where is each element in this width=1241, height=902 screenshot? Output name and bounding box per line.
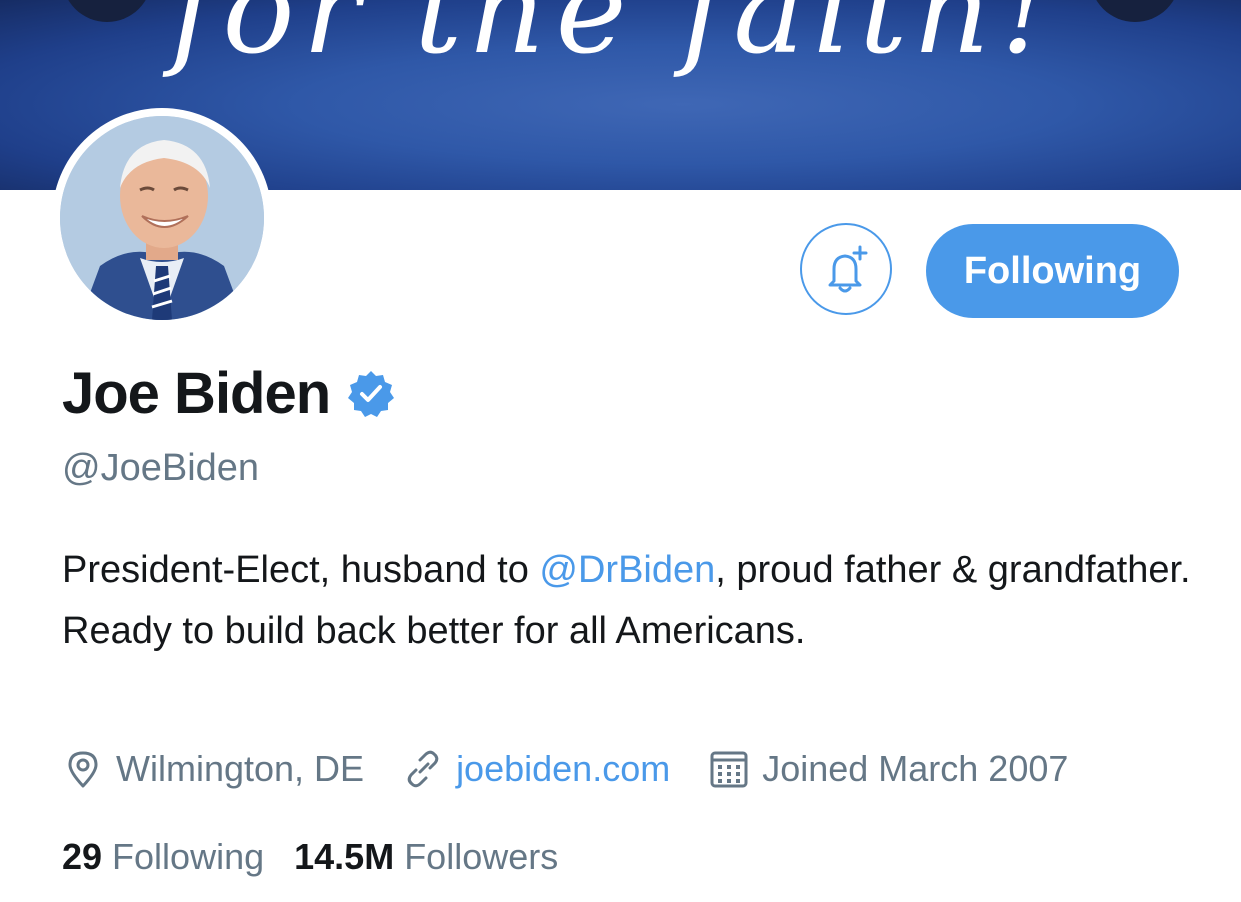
- following-label: Following: [112, 836, 265, 877]
- bio-mention-link[interactable]: @DrBiden: [539, 549, 715, 591]
- calendar-icon: [710, 751, 748, 788]
- avatar-frame: [52, 108, 272, 328]
- joined-text: Joined March 2007: [762, 748, 1069, 789]
- profile-stats: 29 Following 14.5M Followers: [62, 836, 588, 878]
- banner-text: for the faith!: [170, 0, 1057, 81]
- profile-bio: President-Elect, husband to @DrBiden, pr…: [62, 540, 1212, 662]
- followers-label: Followers: [404, 836, 559, 877]
- following-stat[interactable]: 29 Following: [62, 836, 264, 878]
- bio-text: President-Elect, husband to: [62, 549, 540, 591]
- following-button[interactable]: Following: [926, 224, 1179, 318]
- bell-plus-icon: [828, 245, 868, 293]
- avatar[interactable]: [60, 116, 264, 320]
- verified-badge-icon: [348, 370, 395, 417]
- website-item[interactable]: joebiden.com: [402, 748, 670, 790]
- profile-name-row: Joe Biden: [62, 360, 396, 427]
- website-link[interactable]: joebiden.com: [456, 748, 670, 790]
- banner-decoration: [62, 0, 152, 22]
- link-icon: [407, 750, 439, 788]
- profile-meta: Wilmington, DE joebiden.com Joined March…: [62, 748, 1068, 790]
- banner-decoration: [1090, 0, 1180, 22]
- following-count: 29: [62, 836, 103, 877]
- notifications-button[interactable]: [800, 223, 892, 315]
- location-pin-icon: [68, 751, 98, 788]
- profile-name: Joe Biden: [62, 361, 331, 426]
- location-text: Wilmington, DE: [116, 748, 365, 789]
- profile-handle: @JoeBiden: [62, 447, 260, 489]
- joined-item: Joined March 2007: [708, 748, 1068, 790]
- followers-stat[interactable]: 14.5M Followers: [294, 836, 558, 878]
- followers-count: 14.5M: [294, 836, 395, 877]
- location-item: Wilmington, DE: [62, 748, 364, 790]
